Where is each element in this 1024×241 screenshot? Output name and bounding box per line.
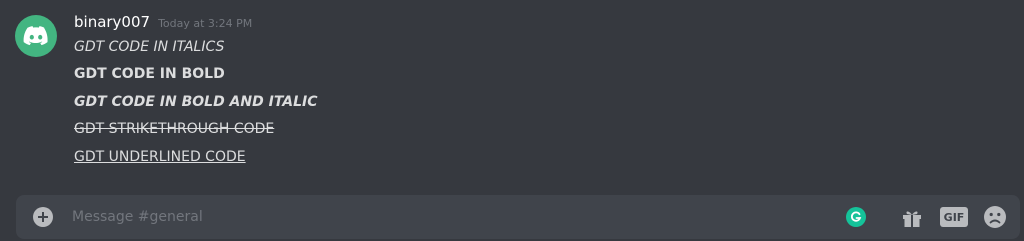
message-line-italic: GDT CODE IN ITALICS (74, 39, 225, 55)
message-line-bold-italic: GDT CODE IN BOLD AND ITALIC (74, 94, 318, 110)
discord-logo-icon (23, 26, 48, 46)
emoji-icon (984, 206, 1006, 228)
message-header: binary007 Today at 3:24 PM (74, 13, 252, 35)
message-input[interactable] (72, 203, 832, 231)
gift-icon (903, 211, 921, 227)
chat-message: binary007 Today at 3:24 PM GDT CODE IN I… (0, 0, 1024, 180)
grammarly-icon (850, 211, 862, 222)
avatar[interactable] (15, 15, 57, 57)
chat-view: binary007 Today at 3:24 PM GDT CODE IN I… (0, 0, 1024, 241)
message-line-bold: GDT CODE IN BOLD (74, 66, 225, 82)
timestamp: Today at 3:24 PM (158, 17, 253, 30)
message-composer: GIF (16, 195, 1020, 239)
gif-button[interactable]: GIF (940, 207, 968, 227)
message-line-strikethrough: GDT STRIKETHROUGH CODE (74, 121, 275, 137)
emoji-button[interactable] (983, 205, 1007, 229)
grammarly-button[interactable] (846, 207, 866, 227)
add-attachment-button[interactable] (33, 207, 53, 227)
message-line-underlined: GDT UNDERLINED CODE (74, 149, 246, 165)
gift-button[interactable] (900, 206, 924, 230)
plus-circle-icon (38, 212, 48, 222)
username[interactable]: binary007 (74, 13, 150, 31)
